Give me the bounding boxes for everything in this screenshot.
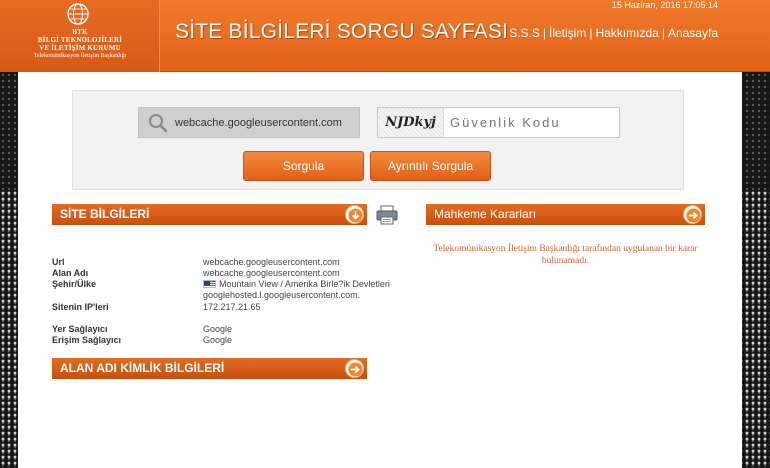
mahkeme-title: Mahkeme Kararları <box>434 207 537 221</box>
info-label-sehir-ulke: Şehir/Ülke <box>52 279 97 289</box>
us-flag-icon <box>203 280 216 288</box>
search-input[interactable] <box>175 116 355 129</box>
nav-anasayfa[interactable]: Anasayfa <box>668 26 718 40</box>
alan-adi-expand-button[interactable] <box>345 359 364 378</box>
nav-hakkimizda[interactable]: Hakkımızda <box>595 26 658 40</box>
info-value-ip: 172.217.21.65 <box>203 302 261 312</box>
search-panel: NJDkyj Sorgula Ayrıntılı Sorgula <box>72 90 684 190</box>
info-value-sehir-ulke: Mountain View / Amerika Birle?ik Devletl… <box>203 279 390 289</box>
info-label-url: Url <box>52 257 65 267</box>
captcha-box: NJDkyj <box>377 107 620 138</box>
site-info-title: SİTE BİLGİLERİ <box>60 207 150 221</box>
mahkeme-message: Telekomünikasyon İletişim Başkanlığı tar… <box>433 244 698 266</box>
arrow-right-icon <box>348 362 363 377</box>
alan-adi-title: ALAN ADI KİMLİK BİLGİLERİ <box>60 361 225 375</box>
info-label-erisim-saglayici: Erişim Sağlayıcı <box>52 335 122 345</box>
site-info-header: SİTE BİLGİLERİ <box>52 204 367 225</box>
mahkeme-header: Mahkeme Kararları <box>426 204 705 225</box>
logo-subtitle: Telekomünikasyon İletişim Başkanlığı <box>33 53 127 59</box>
nav-separator: | <box>542 26 546 40</box>
globe-emblem-icon <box>67 3 89 25</box>
search-field[interactable] <box>138 107 360 138</box>
mahkeme-expand-button[interactable] <box>683 205 702 224</box>
nav-separator: | <box>661 26 665 40</box>
alan-adi-header: ALAN ADI KİMLİK BİLGİLERİ <box>52 358 367 379</box>
top-nav: S.S.S | İletişim | Hakkımızda | Anasayfa <box>509 26 718 40</box>
arrow-down-icon <box>348 208 363 223</box>
sorgula-button[interactable]: Sorgula <box>243 151 364 181</box>
info-label-yer-saglayici: Yer Sağlayıcı <box>52 324 108 334</box>
info-label-ip: Sitenin IP'leri <box>52 302 109 312</box>
printer-icon[interactable] <box>376 205 398 225</box>
info-value-erisim-saglayici: Google <box>203 335 233 345</box>
logo-line-3: VE İLETİŞİM KURUMU <box>39 44 121 52</box>
site-info-download-button[interactable] <box>345 205 364 224</box>
info-value-hostname: googlehosted.l.googleusercontent.com. <box>203 290 361 300</box>
nav-separator: | <box>589 26 593 40</box>
page-title: SİTE BİLGİLERİ SORGU SAYFASI <box>175 20 509 43</box>
info-value-yer-saglayici: Google <box>203 324 233 334</box>
captcha-input[interactable] <box>450 115 615 130</box>
info-value-alan-adi: webcache.googleusercontent.com <box>203 268 340 278</box>
logo-line-2: BİLGİ TEKNOLOJİLERİ <box>37 36 123 44</box>
info-value-sehir-ulke-text: Mountain View / Amerika Birle?ik Devletl… <box>219 279 390 289</box>
arrow-right-icon <box>686 208 701 223</box>
ayrintili-sorgula-button[interactable]: Ayrıntılı Sorgula <box>370 151 491 181</box>
logo-line-1: BTK <box>72 28 88 36</box>
info-value-url: webcache.googleusercontent.com <box>203 257 340 267</box>
nav-sss[interactable]: S.S.S <box>509 26 540 40</box>
date-time: 15 Haziran, 2016 17:05:14 <box>611 0 718 10</box>
nav-iletisim[interactable]: İletişim <box>549 26 586 40</box>
captcha-image: NJDkyj <box>378 108 444 137</box>
main-panel: NJDkyj Sorgula Ayrıntılı Sorgula SİTE Bİ… <box>18 72 742 468</box>
search-icon <box>149 113 168 132</box>
logo[interactable]: BTK BİLGİ TEKNOLOJİLERİ VE İLETİŞİM KURU… <box>0 0 160 72</box>
header: BTK BİLGİ TEKNOLOJİLERİ VE İLETİŞİM KURU… <box>0 0 770 72</box>
info-label-alan-adi: Alan Adı <box>52 268 89 278</box>
